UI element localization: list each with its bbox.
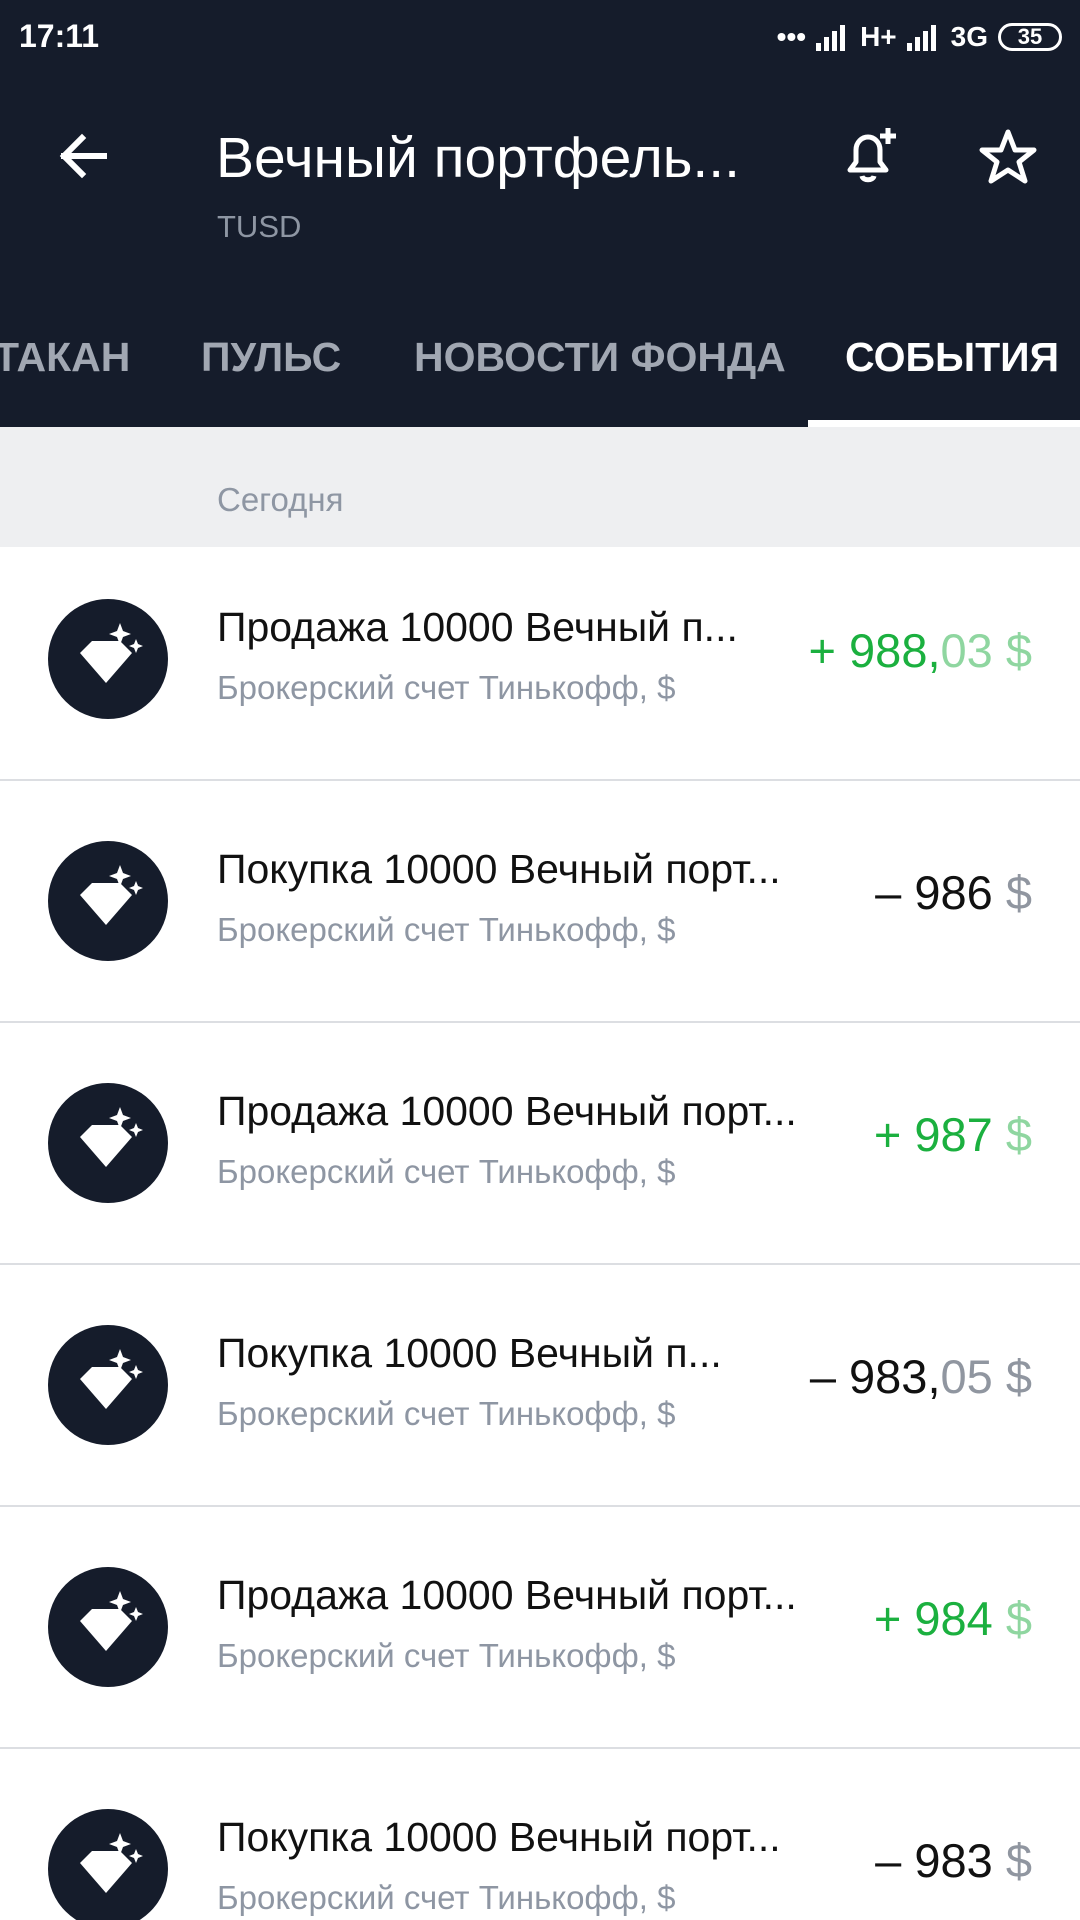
- event-row[interactable]: Покупка 10000 Вечный п... Брокерский счет…: [0, 1265, 1080, 1507]
- signal-icon-2: [906, 23, 941, 51]
- currency-symbol: $: [992, 866, 1032, 919]
- network-type-1: H+: [860, 21, 897, 52]
- event-account: Брокерский счет Тинькофф, $: [217, 1153, 676, 1190]
- events-list: Продажа 10000 Вечный п... Брокерский счет…: [0, 547, 1080, 1920]
- date-group-label: Сегодня: [217, 481, 344, 518]
- favorite-button[interactable]: [976, 126, 1040, 190]
- status-time: 17:11: [19, 18, 100, 54]
- app-header: 17:11 ••• H+ 3G 35 Вечный портфель... TU…: [0, 0, 1080, 427]
- currency-symbol: $: [992, 1592, 1032, 1645]
- event-avatar: [48, 1809, 168, 1920]
- event-account: Брокерский счет Тинькофф, $: [217, 669, 676, 706]
- currency-symbol: $: [992, 1350, 1032, 1403]
- event-avatar: [48, 841, 168, 961]
- event-title: Покупка 10000 Вечный п...: [217, 1330, 722, 1376]
- add-alert-button[interactable]: [836, 124, 900, 188]
- event-amount: – 983 $: [875, 1833, 1032, 1888]
- network-type-2: 3G: [950, 21, 988, 52]
- amount-main: – 983: [875, 1834, 993, 1887]
- tab-fund-news[interactable]: НОВОСТИ ФОНДА: [414, 334, 786, 381]
- battery-level: 35: [1017, 24, 1043, 49]
- amount-fraction: 05: [940, 1350, 993, 1403]
- amount-main: + 988,: [808, 624, 941, 677]
- back-button[interactable]: [54, 126, 114, 186]
- amount-main: + 984: [873, 1592, 993, 1645]
- event-amount: – 986 $: [875, 865, 1032, 920]
- page-title: Вечный портфель...: [216, 126, 740, 190]
- event-title: Продажа 10000 Вечный порт...: [217, 1572, 797, 1618]
- more-dots-icon: •••: [776, 21, 807, 52]
- event-avatar: [48, 599, 168, 719]
- active-tab-indicator: [808, 420, 1080, 427]
- event-row[interactable]: Покупка 10000 Вечный порт... Брокерский с…: [0, 1749, 1080, 1920]
- event-row[interactable]: Продажа 10000 Вечный порт... Брокерский с…: [0, 1023, 1080, 1265]
- event-account: Брокерский счет Тинькофф, $: [217, 1637, 676, 1674]
- amount-main: – 983,: [809, 1350, 941, 1403]
- event-account: Брокерский счет Тинькофф, $: [217, 1879, 676, 1916]
- status-bar: 17:11 ••• H+ 3G 35: [0, 0, 1080, 75]
- status-indicators: ••• H+ 3G 35: [777, 18, 1062, 56]
- date-group-header: Сегодня: [0, 427, 1080, 547]
- event-title: Покупка 10000 Вечный порт...: [217, 1814, 781, 1860]
- amount-main: + 987: [873, 1108, 993, 1161]
- currency-symbol: $: [992, 1108, 1032, 1161]
- event-amount: – 983,05 $: [810, 1349, 1032, 1404]
- tab-events[interactable]: СОБЫТИЯ: [845, 334, 1059, 381]
- event-amount: + 988,03 $: [809, 623, 1032, 678]
- star-icon: [979, 129, 1037, 184]
- amount-main: – 986: [875, 866, 993, 919]
- event-row[interactable]: Покупка 10000 Вечный порт... Брокерский с…: [0, 781, 1080, 1023]
- tab-orderbook[interactable]: ТАКАН: [0, 334, 130, 381]
- event-title: Покупка 10000 Вечный порт...: [217, 846, 781, 892]
- tab-pulse[interactable]: ПУЛЬС: [201, 334, 341, 381]
- event-row[interactable]: Продажа 10000 Вечный п... Брокерский счет…: [0, 547, 1080, 781]
- signal-icon: [816, 23, 850, 51]
- arrow-left-icon: [59, 133, 107, 179]
- event-title: Продажа 10000 Вечный порт...: [217, 1088, 797, 1134]
- event-account: Брокерский счет Тинькофф, $: [217, 911, 676, 948]
- event-avatar: [48, 1325, 168, 1445]
- currency-symbol: $: [992, 1834, 1032, 1887]
- bell-plus-icon: [847, 128, 896, 183]
- tab-bar: ТАКАН ПУЛЬС НОВОСТИ ФОНДА СОБЫТИЯ: [0, 320, 1080, 427]
- battery-icon: 35: [998, 23, 1062, 51]
- event-account: Брокерский счет Тинькофф, $: [217, 1395, 676, 1432]
- event-avatar: [48, 1567, 168, 1687]
- event-row[interactable]: Продажа 10000 Вечный порт... Брокерский с…: [0, 1507, 1080, 1749]
- ticker-label: TUSD: [217, 209, 302, 244]
- currency-symbol: $: [992, 624, 1032, 677]
- amount-fraction: 03: [940, 624, 993, 677]
- event-amount: + 984 $: [874, 1591, 1032, 1646]
- event-avatar: [48, 1083, 168, 1203]
- event-amount: + 987 $: [874, 1107, 1032, 1162]
- event-title: Продажа 10000 Вечный п...: [217, 604, 738, 650]
